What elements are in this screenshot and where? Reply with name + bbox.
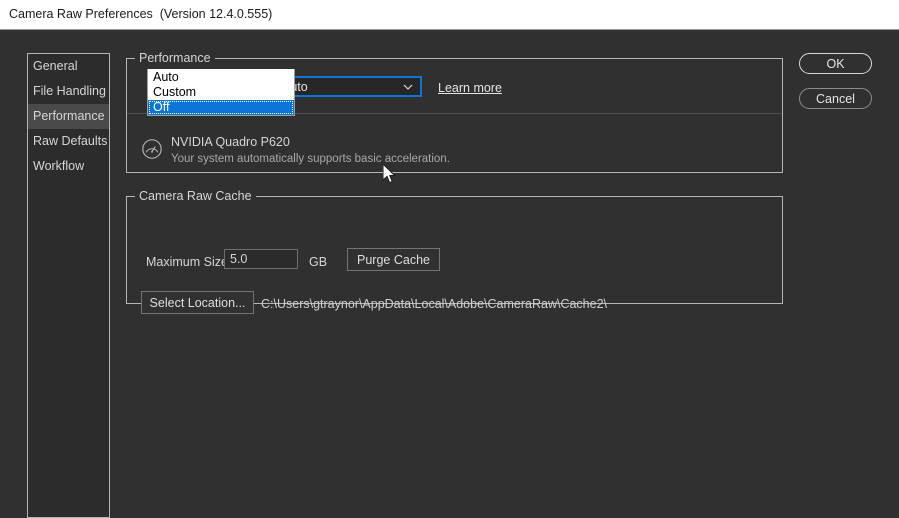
cache-path-label: C:\Users\gtraynor\AppData\Local\Adobe\Ca… <box>261 297 608 311</box>
ok-button[interactable]: OK <box>799 53 872 74</box>
dropdown-option-auto[interactable]: Auto <box>148 70 294 85</box>
sidebar-item-file-handling[interactable]: File Handling <box>28 79 109 104</box>
dialog-body: General File Handling Performance Raw De… <box>0 31 899 518</box>
sidebar-item-performance[interactable]: Performance <box>28 104 109 129</box>
gpu-name-label: NVIDIA Quadro P620 <box>171 135 290 149</box>
sidebar-item-workflow[interactable]: Workflow <box>28 154 109 179</box>
camera-raw-cache-group: Camera Raw Cache Maximum Size: GB Purge … <box>126 189 783 314</box>
sidebar-item-raw-defaults[interactable]: Raw Defaults <box>28 129 109 154</box>
learn-more-link[interactable]: Learn more <box>438 81 502 95</box>
gpu-description-label: Your system automatically supports basic… <box>171 153 450 165</box>
purge-cache-button[interactable]: Purge Cache <box>347 248 440 271</box>
cancel-button[interactable]: Cancel <box>799 88 872 109</box>
chevron-down-icon <box>403 82 413 92</box>
use-graphics-processor-select[interactable]: Auto <box>274 76 422 97</box>
window-titlebar: Camera Raw Preferences (Version 12.4.0.5… <box>0 0 899 30</box>
preferences-sidebar: General File Handling Performance Raw De… <box>27 53 110 518</box>
maximum-size-unit-label: GB <box>309 255 328 269</box>
camera-raw-cache-group-title: Camera Raw Cache <box>135 189 256 203</box>
maximum-size-label: Maximum Size: <box>146 255 232 269</box>
select-location-button[interactable]: Select Location... <box>141 291 254 314</box>
dropdown-option-off[interactable]: Off <box>148 100 294 115</box>
use-graphics-processor-dropdown-list[interactable]: Auto Custom Off <box>147 69 295 116</box>
sidebar-item-general[interactable]: General <box>28 54 109 79</box>
performance-group-title: Performance <box>135 51 215 65</box>
dropdown-option-custom[interactable]: Custom <box>148 85 294 100</box>
maximum-size-input[interactable] <box>224 249 298 269</box>
window-title: Camera Raw Preferences (Version 12.4.0.5… <box>9 7 273 21</box>
gauge-icon <box>141 138 163 160</box>
